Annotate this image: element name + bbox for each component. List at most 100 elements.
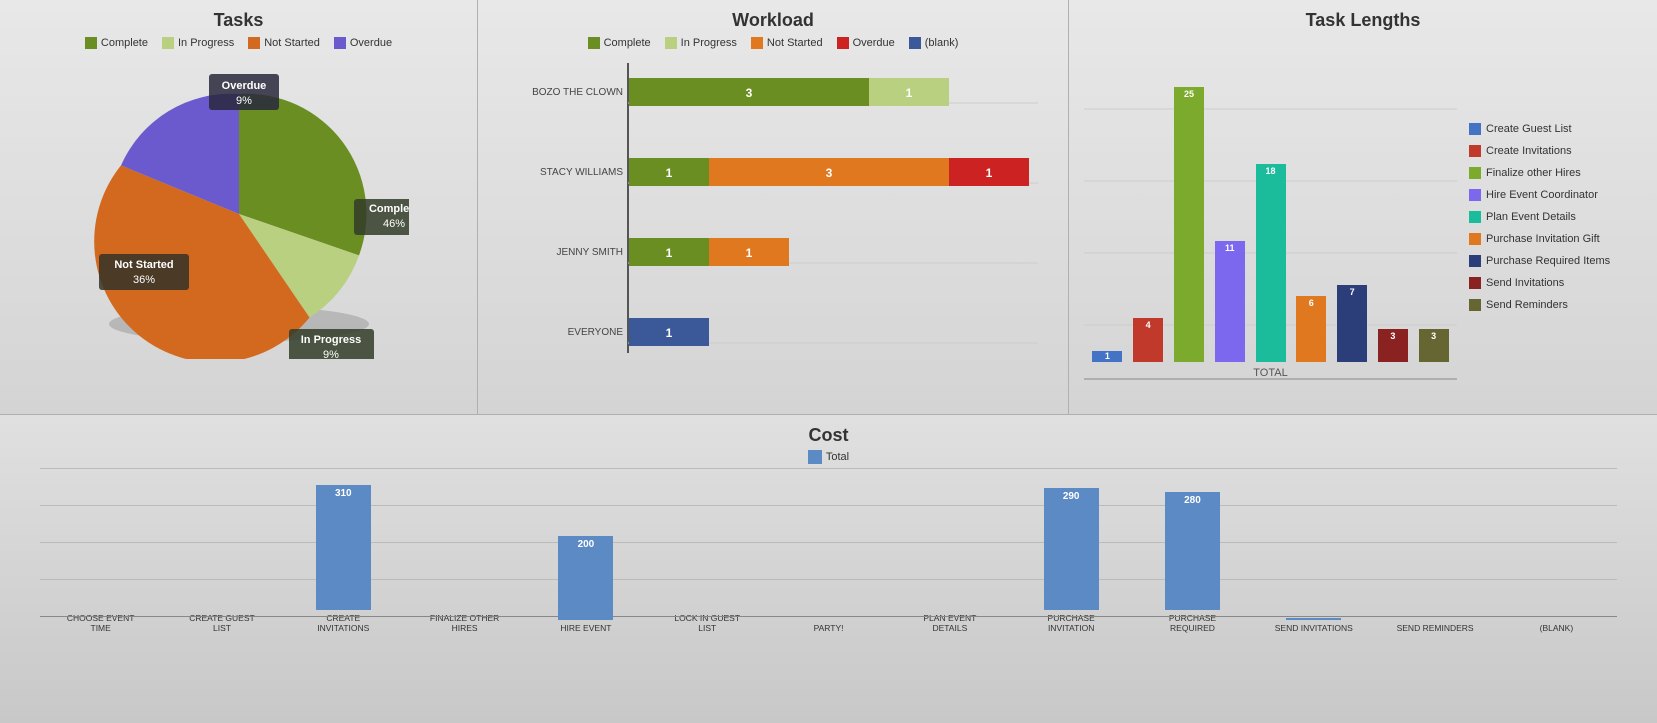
wl-r3-complete-val: 1 — [666, 246, 673, 260]
cost-bar-group-invitations: 310 CREATE INVITATIONS — [283, 485, 404, 633]
tl-bar-9-val: 3 — [1419, 331, 1449, 341]
cost-bar-group-party: PARTY! — [768, 485, 889, 633]
legend-inprogress: In Progress — [162, 37, 234, 49]
cost-label-plan: PLAN EVENT DETAILS — [910, 613, 990, 633]
tl-bar-3-val: 25 — [1174, 89, 1204, 99]
cost-title: Cost — [10, 425, 1647, 446]
tl-bar-3: 25 — [1174, 87, 1204, 362]
tl-legend: Create Guest List Create Invitations Fin… — [1457, 37, 1642, 397]
inprogress-label-text: In Progress — [300, 334, 361, 346]
wl-legend-notstarted-label: Not Started — [767, 37, 823, 49]
cost-label-lockin: LOCK IN GUEST LIST — [667, 613, 747, 633]
wl-legend-blank: (blank) — [909, 37, 959, 49]
tl-legend-item-3: Finalize other Hires — [1469, 167, 1642, 179]
tl-bar-2: 4 — [1133, 318, 1163, 362]
cost-bar-group-choose: CHOOSE EVENT TIME — [40, 485, 161, 633]
cost-label-finalize: FINALIZE OTHER HIRES — [425, 613, 505, 633]
tl-legend-color-2 — [1469, 145, 1481, 157]
wl-row3-label: JENNY SMITH — [557, 247, 624, 258]
tl-bar-4: 11 — [1215, 241, 1245, 362]
tasks-panel: Tasks Complete In Progress Not Started O… — [0, 0, 478, 414]
overdue-color — [334, 37, 346, 49]
tl-legend-label-6: Purchase Invitation Gift — [1486, 233, 1600, 245]
cost-bar-group-sendrem: SEND REMINDERS — [1374, 485, 1495, 633]
tl-bar-group-5: 18 — [1252, 37, 1289, 362]
tl-bar-group-8: 3 — [1374, 37, 1411, 362]
tl-legend-color-7 — [1469, 255, 1481, 267]
wl-row1-label: BOZO THE CLOWN — [532, 87, 623, 98]
tasks-legend: Complete In Progress Not Started Overdue — [10, 37, 467, 49]
tasks-title: Tasks — [10, 10, 467, 31]
legend-notstarted-label: Not Started — [264, 37, 320, 49]
wl-legend-overdue-label: Overdue — [853, 37, 895, 49]
workload-title: Workload — [488, 10, 1058, 31]
cost-bar-purchinv: 290 — [1044, 488, 1099, 610]
wl-r1-complete-val: 3 — [746, 86, 753, 100]
tl-legend-label-8: Send Invitations — [1486, 277, 1564, 289]
cost-bar-invitations-val: 310 — [316, 488, 371, 499]
workload-legend: Complete In Progress Not Started Overdue… — [488, 37, 1058, 49]
tl-legend-item-4: Hire Event Coordinator — [1469, 189, 1642, 201]
tasklengths-panel: Task Lengths — [1069, 0, 1657, 414]
wl-notstarted-color — [751, 37, 763, 49]
notstarted-pct: 36% — [132, 274, 154, 286]
wl-r2-overdue-val: 1 — [986, 166, 993, 180]
tl-legend-item-9: Send Reminders — [1469, 299, 1642, 311]
tl-legend-item-8: Send Invitations — [1469, 277, 1642, 289]
wl-row4-label: EVERYONE — [568, 327, 624, 338]
cost-label-sendrem: SEND REMINDERS — [1395, 623, 1475, 633]
cost-bar-group-purchinv: 290 PURCHASE INVITATION — [1011, 485, 1132, 633]
tl-legend-color-5 — [1469, 211, 1481, 223]
wl-r2-complete-val: 1 — [666, 166, 673, 180]
legend-overdue-label: Overdue — [350, 37, 392, 49]
tl-bar-9: 3 — [1419, 329, 1449, 362]
tl-chart-area: 1 4 25 — [1084, 37, 1457, 397]
tl-legend-label-1: Create Guest List — [1486, 123, 1572, 135]
cost-label-party: PARTY! — [789, 623, 869, 633]
wl-r3-notstarted-val: 1 — [746, 246, 753, 260]
tl-bar-8-val: 3 — [1378, 331, 1408, 341]
cost-chart: CHOOSE EVENT TIME CREATE GUEST LIST 310 … — [10, 468, 1647, 633]
tl-bar-group-4: 11 — [1211, 37, 1248, 362]
legend-complete-label: Complete — [101, 37, 148, 49]
tl-legend-color-6 — [1469, 233, 1481, 245]
cost-bar-purchinv-val: 290 — [1044, 491, 1099, 502]
tl-legend-item-5: Plan Event Details — [1469, 211, 1642, 223]
cost-bar-purchreq: 280 — [1165, 492, 1220, 610]
cost-bar-group-guestlist: CREATE GUEST LIST — [161, 485, 282, 633]
tl-bar-group-2: 4 — [1130, 37, 1167, 362]
tl-legend-label-2: Create Invitations — [1486, 145, 1572, 157]
workload-panel: Workload Complete In Progress Not Starte… — [478, 0, 1069, 414]
tl-legend-label-9: Send Reminders — [1486, 299, 1568, 311]
tl-bar-8: 3 — [1378, 329, 1408, 362]
wl-legend-inprogress: In Progress — [665, 37, 737, 49]
tl-legend-color-8 — [1469, 277, 1481, 289]
legend-inprogress-label: In Progress — [178, 37, 234, 49]
overdue-label-text: Overdue — [221, 80, 266, 92]
legend-complete: Complete — [85, 37, 148, 49]
cost-bar-hire-val: 200 — [558, 539, 613, 550]
complete-color — [85, 37, 97, 49]
cost-label-guestlist: CREATE GUEST LIST — [182, 613, 262, 633]
wl-r4-blank-val: 1 — [666, 326, 673, 340]
tl-bar-2-val: 4 — [1133, 320, 1163, 330]
tl-bar-group-9: 3 — [1415, 37, 1452, 362]
tl-legend-color-3 — [1469, 167, 1481, 179]
wl-legend-complete: Complete — [588, 37, 651, 49]
complete-label-text: Complete — [368, 203, 408, 215]
cost-label-hire: HIRE EVENT — [546, 623, 626, 633]
cost-grid-1 — [40, 468, 1617, 469]
complete-pct: 46% — [382, 218, 404, 230]
tl-bar-6-val: 6 — [1296, 298, 1326, 308]
cost-label-invitations: CREATE INVITATIONS — [303, 613, 383, 633]
top-row: Tasks Complete In Progress Not Started O… — [0, 0, 1657, 415]
wl-overdue-color — [837, 37, 849, 49]
tl-bar-7: 7 — [1337, 285, 1367, 362]
tl-bar-1-val: 1 — [1092, 351, 1122, 361]
cost-bar-sendinv — [1286, 618, 1341, 620]
tasklengths-title: Task Lengths — [1079, 10, 1647, 31]
cost-legend: Total — [10, 450, 1647, 464]
tl-legend-label-7: Purchase Required Items — [1486, 255, 1610, 267]
tl-bar-5-val: 18 — [1256, 166, 1286, 176]
legend-overdue: Overdue — [334, 37, 392, 49]
